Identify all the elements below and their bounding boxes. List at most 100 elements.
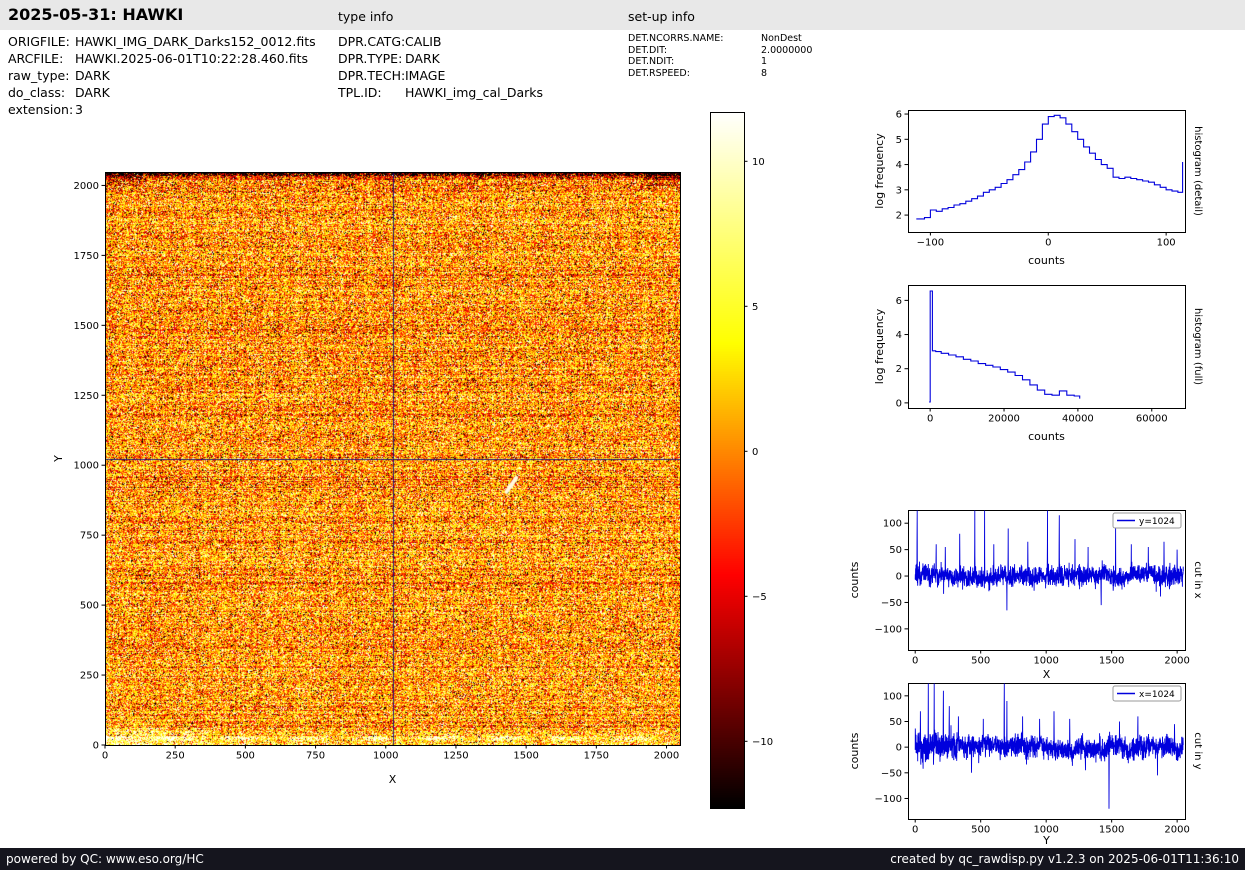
svg-text:0: 0 <box>102 751 108 762</box>
svg-text:−100: −100 <box>875 794 902 805</box>
svg-text:40000: 40000 <box>1062 414 1094 425</box>
svg-text:6: 6 <box>896 110 902 121</box>
dpr-tech-label: DPR.TECH: <box>338 68 406 83</box>
svg-text:1500: 1500 <box>1099 656 1124 667</box>
svg-text:0: 0 <box>1045 238 1051 249</box>
svg-text:−100: −100 <box>875 624 902 635</box>
detector-image-heatmap <box>105 172 680 745</box>
svg-text:−50: −50 <box>881 768 902 779</box>
setup-info-heading: set-up info <box>628 9 695 24</box>
det-dit-value: 2.0000000 <box>761 44 813 56</box>
file-info-column: ORIGFILE: HAWKI_IMG_DARK_Darks152_0012.fi… <box>8 34 316 119</box>
det-dit-label: DET.DIT: <box>628 44 668 56</box>
svg-text:1500: 1500 <box>513 751 538 762</box>
svg-text:X: X <box>389 773 397 786</box>
svg-text:10: 10 <box>752 157 765 168</box>
info-row: DPR.TYPE: DARK <box>338 51 543 68</box>
svg-text:cut in y: cut in y <box>1192 732 1203 769</box>
origfile-label: ORIGFILE: <box>8 34 70 49</box>
svg-text:2000: 2000 <box>654 751 679 762</box>
svg-text:250: 250 <box>80 671 99 682</box>
svg-text:−50: −50 <box>881 598 902 609</box>
info-row: DET.DIT: 2.0000000 <box>628 45 812 57</box>
footer-right-text: created by qc_rawdisp.py v1.2.3 on 2025-… <box>890 852 1239 866</box>
header-bar: 2025-05-31: HAWKI type info set-up info <box>0 0 1245 30</box>
svg-text:0: 0 <box>752 447 758 458</box>
svg-text:60000: 60000 <box>1136 414 1168 425</box>
type-info-heading: type info <box>338 9 394 24</box>
info-row: DET.RSPEED: 8 <box>628 68 812 80</box>
svg-text:100: 100 <box>883 691 902 702</box>
svg-text:500: 500 <box>971 656 990 667</box>
svg-text:2: 2 <box>896 211 902 222</box>
info-row: extension: 3 <box>8 102 316 119</box>
svg-text:1500: 1500 <box>74 321 99 332</box>
svg-text:4: 4 <box>896 160 902 171</box>
svg-text:20000: 20000 <box>988 414 1020 425</box>
svg-text:1000: 1000 <box>1033 656 1058 667</box>
svg-text:counts: counts <box>848 732 861 769</box>
dpr-type-value: DARK <box>405 51 440 66</box>
info-row: do_class: DARK <box>8 85 316 102</box>
svg-text:counts: counts <box>848 561 861 598</box>
info-row: ARCFILE: HAWKI.2025-06-01T10:22:28.460.fi… <box>8 51 316 68</box>
svg-text:1000: 1000 <box>74 461 99 472</box>
svg-text:0: 0 <box>896 572 902 583</box>
dpr-type-label: DPR.TYPE: <box>338 51 403 66</box>
page-title: 2025-05-31: HAWKI <box>8 5 184 24</box>
svg-text:1250: 1250 <box>443 751 468 762</box>
svg-text:750: 750 <box>306 751 325 762</box>
svg-text:1750: 1750 <box>584 751 609 762</box>
info-row: DET.NDIT: 1 <box>628 56 812 68</box>
svg-text:x=1024: x=1024 <box>1139 690 1175 700</box>
svg-text:100: 100 <box>883 519 902 530</box>
type-info-column: DPR.CATG:CALIB DPR.TYPE: DARK DPR.TECH:IM… <box>338 34 543 102</box>
svg-text:−100: −100 <box>917 238 944 249</box>
svg-text:0: 0 <box>912 825 918 836</box>
info-row: raw_type: DARK <box>8 68 316 85</box>
colorbar-gradient <box>710 112 744 808</box>
svg-text:0: 0 <box>93 741 99 752</box>
info-row: TPL.ID: HAWKI_img_cal_Darks <box>338 85 543 102</box>
svg-text:1500: 1500 <box>1099 825 1124 836</box>
det-ndit-value: 1 <box>761 56 768 67</box>
do-class-label: do_class: <box>8 85 66 100</box>
footer-bar: powered by QC: www.eso.org/HC created by… <box>0 848 1245 870</box>
svg-text:6: 6 <box>896 296 902 307</box>
svg-text:1250: 1250 <box>74 391 99 402</box>
do-class-value: DARK <box>75 85 110 100</box>
raw-type-value: DARK <box>75 68 110 83</box>
svg-text:y=1024: y=1024 <box>1139 517 1175 527</box>
svg-text:500: 500 <box>236 751 255 762</box>
arcfile-label: ARCFILE: <box>8 51 64 66</box>
det-ncorrs-value: NonDest <box>761 33 802 44</box>
svg-text:counts: counts <box>1028 254 1065 267</box>
det-ndit-label: DET.NDIT: <box>628 56 675 67</box>
svg-text:Y: Y <box>52 455 65 463</box>
footer-left-text: powered by QC: www.eso.org/HC <box>6 852 204 866</box>
svg-text:0: 0 <box>896 743 902 754</box>
svg-text:500: 500 <box>971 825 990 836</box>
svg-text:−5: −5 <box>752 592 767 603</box>
det-rspeed-value: 8 <box>761 67 768 79</box>
extension-label: extension: <box>8 102 74 117</box>
raw-type-label: raw_type: <box>8 68 70 83</box>
svg-text:50: 50 <box>889 717 902 728</box>
svg-text:750: 750 <box>80 531 99 542</box>
svg-text:cut in x: cut in x <box>1192 561 1203 598</box>
origfile-value: HAWKI_IMG_DARK_Darks152_0012.fits <box>75 34 316 49</box>
svg-text:X: X <box>1043 668 1051 681</box>
dpr-catg-label: DPR.CATG: <box>338 34 406 49</box>
svg-text:250: 250 <box>166 751 185 762</box>
svg-text:2000: 2000 <box>1164 825 1189 836</box>
svg-text:1000: 1000 <box>373 751 398 762</box>
dpr-catg-value: CALIB <box>405 34 442 49</box>
svg-text:3: 3 <box>896 185 902 196</box>
svg-text:log frequency: log frequency <box>873 133 886 209</box>
arcfile-value: HAWKI.2025-06-01T10:22:28.460.fits <box>75 51 308 66</box>
svg-text:histogram (full): histogram (full) <box>1192 308 1203 385</box>
dpr-tech-value: IMAGE <box>405 68 446 83</box>
svg-text:2000: 2000 <box>74 181 99 192</box>
info-row: ORIGFILE: HAWKI_IMG_DARK_Darks152_0012.fi… <box>8 34 316 51</box>
svg-text:4: 4 <box>896 330 902 341</box>
